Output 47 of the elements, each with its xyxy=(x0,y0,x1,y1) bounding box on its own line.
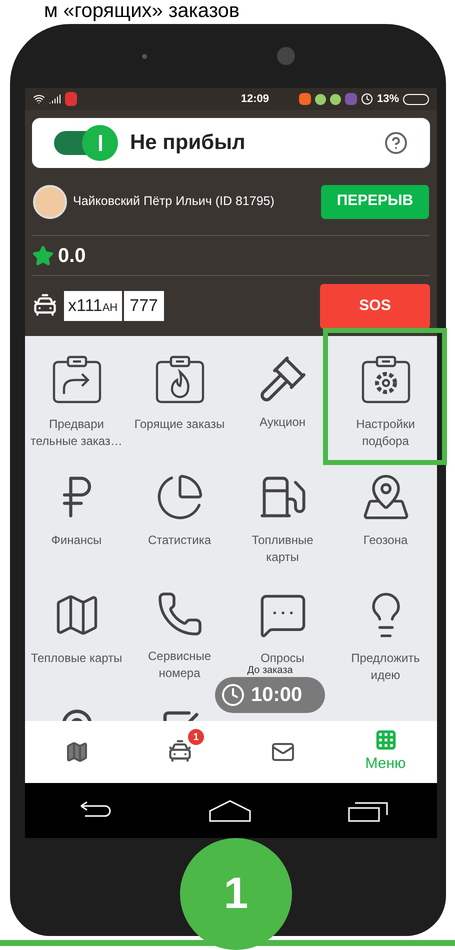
phone-icon xyxy=(156,590,204,638)
nav-tab[interactable]: 1 xyxy=(128,721,231,783)
plate-number: х111АН xyxy=(64,291,122,321)
menu-item-label[interactable]: Аукцион xyxy=(234,414,330,431)
menu-item-label[interactable]: Тепловые карты xyxy=(28,650,124,667)
app-notification-icon xyxy=(65,92,77,106)
alarm-icon xyxy=(360,93,373,105)
camera-lens xyxy=(276,47,294,65)
menu-item-label[interactable]: Горящие заказы xyxy=(132,416,228,433)
status-toggle[interactable] xyxy=(54,125,118,161)
clock-icon xyxy=(221,683,245,707)
clipboard-flame-icon xyxy=(154,354,206,406)
notification-icon xyxy=(314,94,326,104)
plate-letters: АН xyxy=(102,300,118,316)
plate-region: 777 xyxy=(124,291,164,321)
driver-name: Чайковский Пётр Ильич (ID 81795) xyxy=(73,193,274,210)
menu-item-label[interactable]: Настройки подбора xyxy=(338,416,434,450)
clipboard-arrow-icon xyxy=(50,354,102,406)
sos-button[interactable]: SOS xyxy=(320,284,430,328)
status-time: 12:09 xyxy=(240,92,269,107)
status-label: Не прибыл xyxy=(130,130,246,156)
notification-icon xyxy=(344,93,357,105)
rating-value: 0.0 xyxy=(58,244,86,268)
menu-item-label[interactable]: Топливные карты xyxy=(234,532,330,566)
map-icon xyxy=(64,740,88,764)
battery-icon xyxy=(403,94,429,104)
menu-item-label[interactable]: Финансы xyxy=(28,532,124,549)
signal-icon xyxy=(49,93,61,105)
menu-item-label[interactable]: Геозона xyxy=(338,532,434,549)
grid-icon xyxy=(374,728,396,751)
home-icon[interactable] xyxy=(208,798,252,822)
notification-icon xyxy=(330,94,341,104)
menu-item-label[interactable]: Предвари тельные заказ… xyxy=(28,416,124,450)
gavel-icon xyxy=(258,354,308,404)
battery-percent: 13% xyxy=(376,92,399,107)
menu-item-label[interactable]: Предложить идею xyxy=(338,650,434,684)
timer-caption: До заказа xyxy=(247,665,293,677)
star-icon xyxy=(32,244,54,266)
help-icon[interactable] xyxy=(384,131,408,155)
mail-icon xyxy=(270,740,294,764)
menu-item-label[interactable]: Опросы xyxy=(234,650,330,667)
menu-item-label[interactable]: Статистика xyxy=(132,532,228,549)
avatar xyxy=(33,184,67,218)
clipboard-gear-icon xyxy=(360,354,412,406)
badge: 1 xyxy=(188,729,204,745)
timer-pill: 10:00 xyxy=(215,677,325,713)
notification-icon xyxy=(298,93,311,105)
